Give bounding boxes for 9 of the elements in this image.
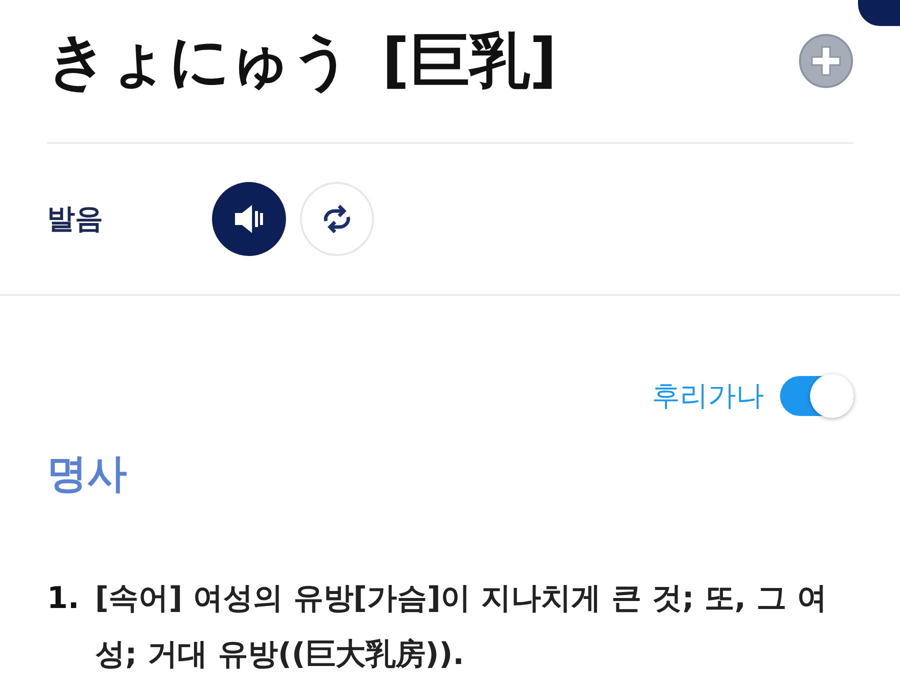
part-of-speech: 명사 (46, 450, 128, 499)
entry-kanji: [巨乳] (382, 24, 557, 98)
sense-number: 1. (47, 580, 80, 618)
entry-reading: きょにゅう (47, 24, 352, 98)
furigana-label: 후리가나 (652, 378, 764, 414)
pronunciation-label: 발음 (47, 201, 104, 237)
furigana-toggle[interactable] (780, 376, 854, 416)
definition-text: [속어] 여성의 유방[가슴]이 지나치게 큰 것; 또, 그 여성; 거대 유방((巨大乳房)). (95, 580, 828, 674)
add-icon[interactable] (798, 33, 854, 89)
